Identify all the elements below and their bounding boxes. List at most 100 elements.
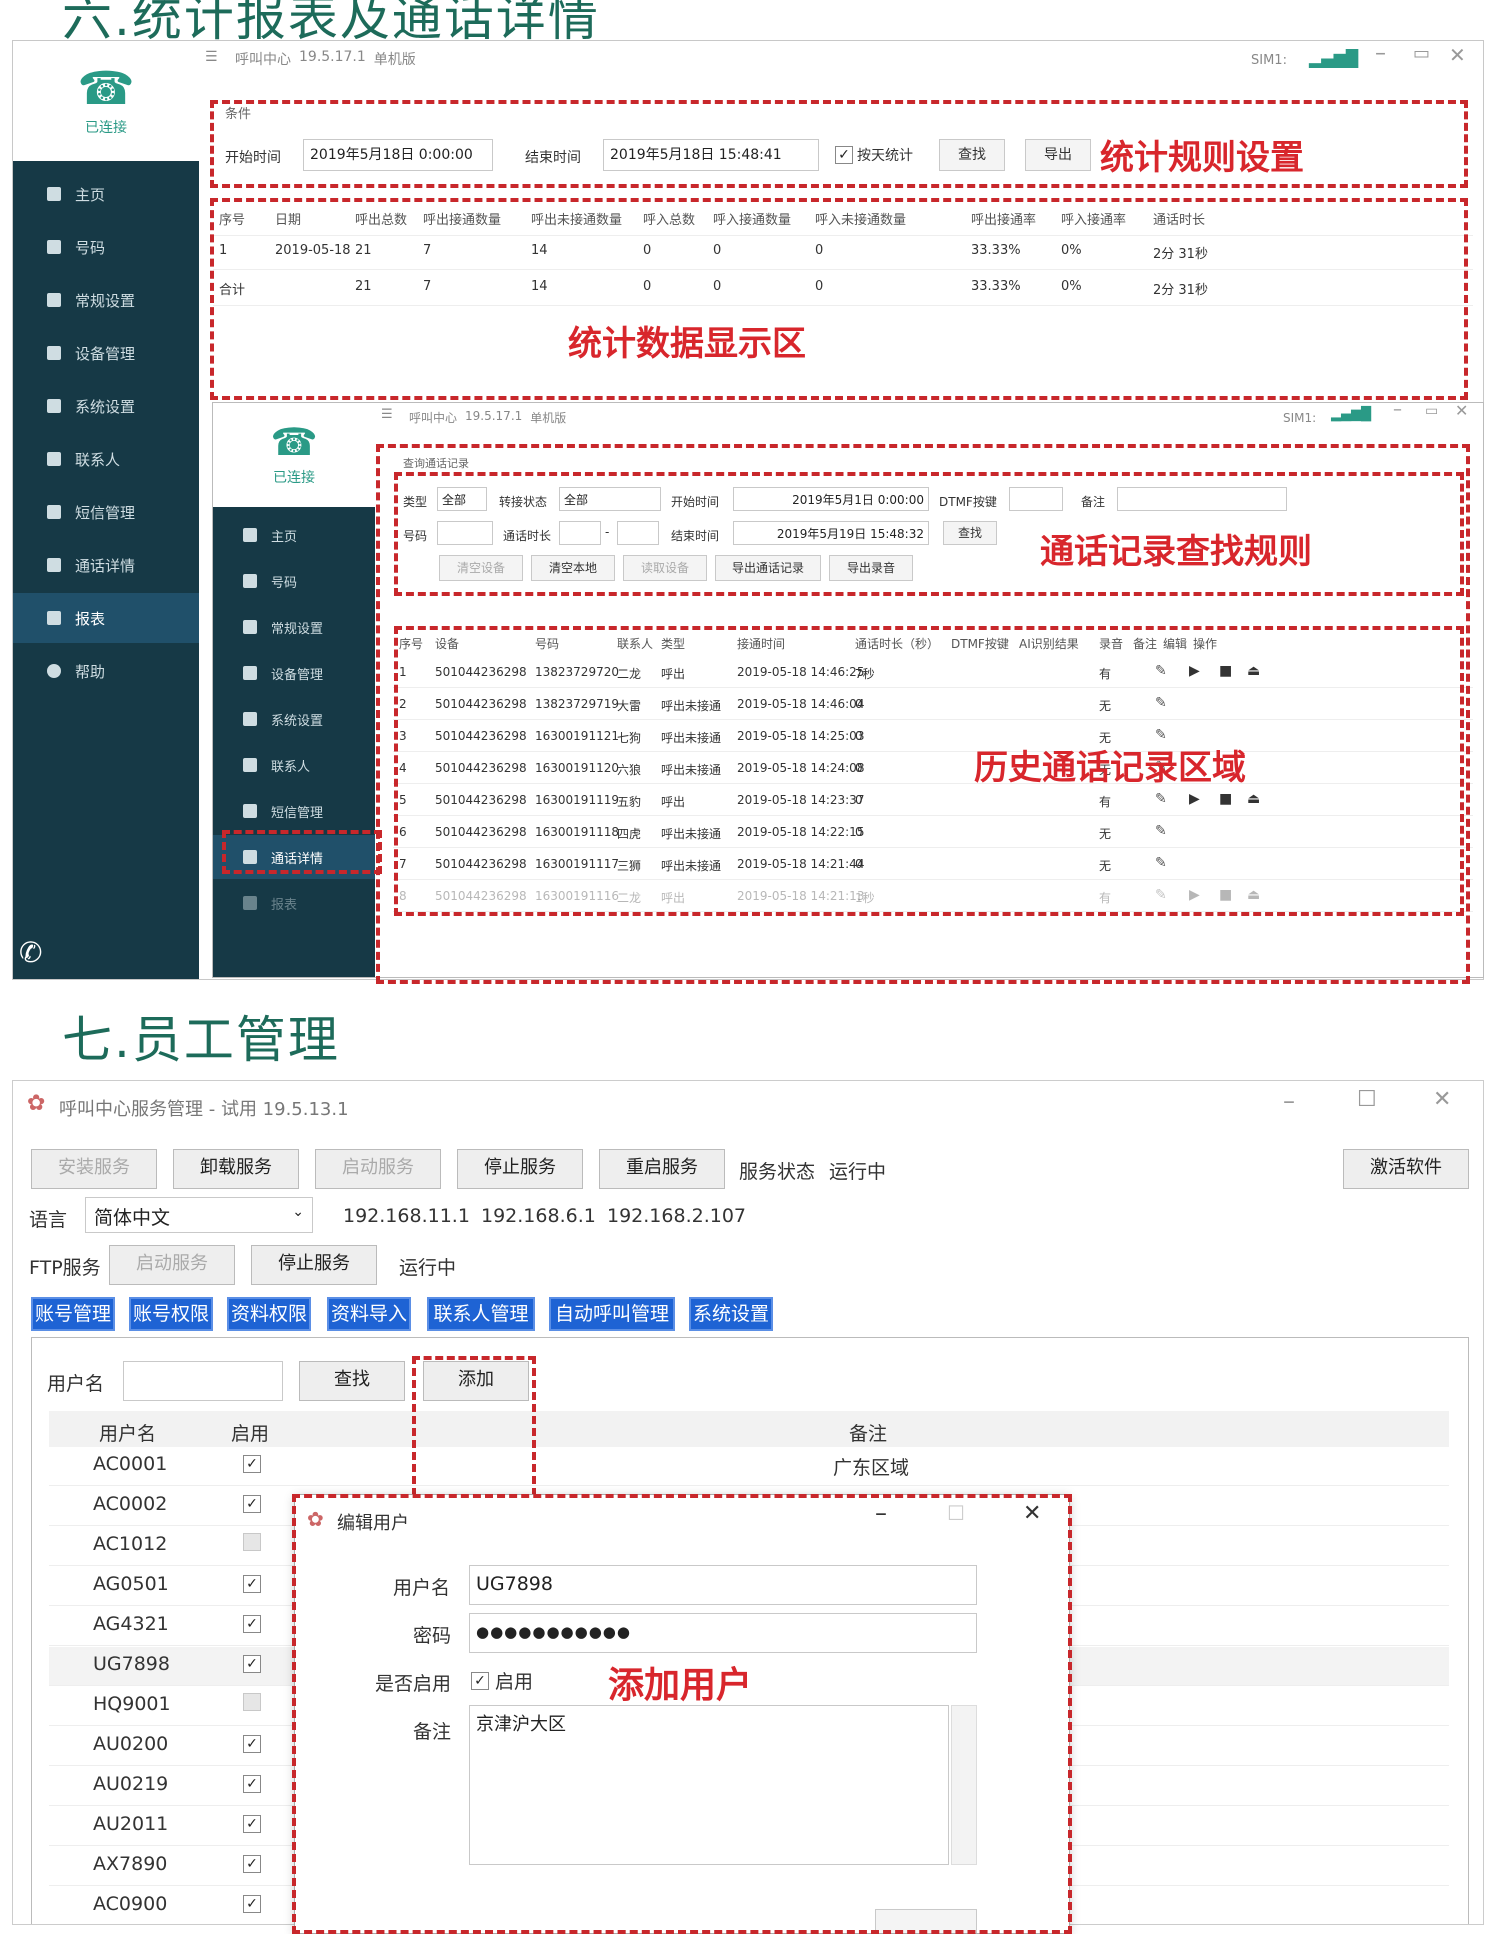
restart-service-button[interactable]: 重启服务 [599,1149,725,1189]
duration-min-input[interactable] [559,521,601,545]
export-recordings-button[interactable]: 导出录音 [829,555,913,581]
sidebar-item-devices[interactable]: 设备管理 [13,328,199,378]
dialog-username-input[interactable]: UG7898 [469,1565,977,1605]
by-day-checkbox[interactable]: ✓ 按天统计 [835,145,913,165]
user-enabled-cell[interactable]: ✓ [243,1493,261,1513]
user-enabled-cell[interactable]: ✓ [243,1453,261,1473]
download-icon[interactable]: ⏏ [1247,887,1260,903]
activate-software-button[interactable]: 激活软件 [1343,1149,1469,1189]
start-time-input[interactable]: 2019年5月18日 0:00:00 [303,139,493,171]
maximize-icon[interactable]: ▭ [1425,403,1438,419]
user-enabled-cell[interactable]: ✓ [243,1893,261,1913]
tab-auto-dial-management[interactable]: 自动呼叫管理 [549,1297,675,1331]
user-enabled-cell[interactable]: ✓ [243,1813,261,1833]
stats-export-button[interactable]: 导出 [1025,139,1091,171]
clear-device-button[interactable]: 清空设备 [439,555,523,581]
dialog-save-button[interactable] [875,1909,977,1933]
inner-sidebar-item-reports[interactable]: 报表 [213,881,375,925]
checkbox-checked-icon[interactable]: ✓ [243,1575,261,1593]
tab-data-import[interactable]: 资料导入 [327,1297,411,1331]
end-time-input[interactable]: 2019年5月18日 15:48:41 [603,139,819,171]
note-scrollbar[interactable] [951,1705,977,1865]
play-icon[interactable]: ▶ [1189,791,1200,807]
tab-data-permissions[interactable]: 资料权限 [227,1297,311,1331]
edit-icon[interactable]: ✎ [1155,791,1167,807]
tab-account-management[interactable]: 账号管理 [31,1297,115,1331]
edit-icon[interactable]: ✎ [1155,663,1167,679]
checkbox-checked-icon[interactable]: ✓ [243,1735,261,1753]
calls-start-input[interactable]: 2019年5月1日 0:00:00 [733,487,929,511]
install-service-button[interactable]: 安装服务 [31,1149,157,1189]
dialog-enabled-checkbox[interactable]: ✓ 启用 [471,1667,533,1694]
checkbox-unchecked-icon[interactable] [243,1533,261,1551]
stats-search-button[interactable]: 查找 [939,139,1005,171]
checkbox-checked-icon[interactable]: ✓ [243,1615,261,1633]
checkbox-checked-icon[interactable]: ✓ [243,1775,261,1793]
menu-icon[interactable]: ☰ [205,49,218,65]
sidebar-item-numbers[interactable]: 号码 [13,222,199,272]
user-enabled-cell[interactable]: ✓ [243,1573,261,1593]
checkbox-checked-icon[interactable]: ✓ [243,1895,261,1913]
sidebar-item-call-details[interactable]: 通话详情 [13,540,199,590]
start-service-button[interactable]: 启动服务 [315,1149,441,1189]
maximize-icon[interactable]: ▭ [1413,43,1430,64]
stop-icon[interactable]: ■ [1219,791,1232,807]
read-device-button[interactable]: 读取设备 [623,555,707,581]
minimize-icon[interactable]: – [1283,1087,1295,1115]
ftp-stop-button[interactable]: 停止服务 [251,1245,377,1285]
stop-service-button[interactable]: 停止服务 [457,1149,583,1189]
uninstall-service-button[interactable]: 卸载服务 [173,1149,299,1189]
inner-sidebar-item-home[interactable]: 主页 [213,513,375,557]
tab-contact-management[interactable]: 联系人管理 [427,1297,535,1331]
checkbox-checked-icon[interactable]: ✓ [243,1455,261,1473]
inner-sidebar-item-contacts[interactable]: 联系人 [213,743,375,787]
minimize-icon[interactable]: – [1393,403,1402,420]
inner-sidebar-item-call-details[interactable]: 通话详情 [213,835,375,879]
download-icon[interactable]: ⏏ [1247,791,1260,807]
sidebar-item-home[interactable]: 主页 [13,169,199,219]
sidebar-item-sms[interactable]: 短信管理 [13,487,199,537]
user-enabled-cell[interactable]: ✓ [243,1613,261,1633]
maximize-icon[interactable]: ☐ [1357,1087,1377,1112]
sidebar-item-general-settings[interactable]: 常规设置 [13,275,199,325]
sidebar-item-help[interactable]: 帮助 [13,646,199,696]
edit-icon[interactable]: ✎ [1155,887,1167,903]
inner-sidebar-item-sms[interactable]: 短信管理 [213,789,375,833]
edit-icon[interactable]: ✎ [1155,695,1167,711]
language-select[interactable]: 简体中文 ⌄ [85,1197,313,1233]
number-input[interactable] [437,521,493,545]
dialog-note-textarea[interactable]: 京津沪大区 [469,1705,949,1865]
add-user-button[interactable]: 添加 [423,1361,529,1401]
inner-sidebar-item-general-settings[interactable]: 常规设置 [213,605,375,649]
close-icon[interactable]: ✕ [1449,43,1466,67]
user-search-button[interactable]: 查找 [299,1361,405,1401]
download-icon[interactable]: ⏏ [1247,663,1260,679]
checkbox-checked-icon[interactable]: ✓ [243,1855,261,1873]
menu-icon[interactable]: ☰ [381,407,393,422]
user-enabled-cell[interactable]: ✓ [243,1733,261,1753]
user-enabled-cell[interactable] [243,1533,261,1555]
stop-icon[interactable]: ■ [1219,887,1232,903]
sidebar-item-reports[interactable]: 报表 [13,593,199,643]
checkbox-checked-icon[interactable]: ✓ [243,1495,261,1513]
sidebar-item-system-settings[interactable]: 系统设置 [13,381,199,431]
play-icon[interactable]: ▶ [1189,887,1200,903]
stop-icon[interactable]: ■ [1219,663,1232,679]
username-search-input[interactable] [123,1361,283,1401]
user-enabled-cell[interactable]: ✓ [243,1853,261,1873]
sidebar-item-contacts[interactable]: 联系人 [13,434,199,484]
user-enabled-cell[interactable] [243,1693,261,1715]
tab-system-settings[interactable]: 系统设置 [689,1297,773,1331]
dialog-close-icon[interactable]: ✕ [1023,1501,1041,1526]
inner-sidebar-item-system-settings[interactable]: 系统设置 [213,697,375,741]
checkbox-unchecked-icon[interactable] [243,1693,261,1711]
calls-note-input[interactable] [1117,487,1287,511]
checkbox-checked-icon[interactable]: ✓ [243,1655,261,1673]
play-icon[interactable]: ▶ [1189,663,1200,679]
tab-account-permissions[interactable]: 账号权限 [129,1297,213,1331]
duration-max-input[interactable] [617,521,659,545]
export-calls-button[interactable]: 导出通话记录 [715,555,821,581]
inner-sidebar-item-numbers[interactable]: 号码 [213,559,375,603]
transfer-select[interactable]: 全部 [559,487,661,511]
calls-search-button[interactable]: 查找 [943,521,997,545]
